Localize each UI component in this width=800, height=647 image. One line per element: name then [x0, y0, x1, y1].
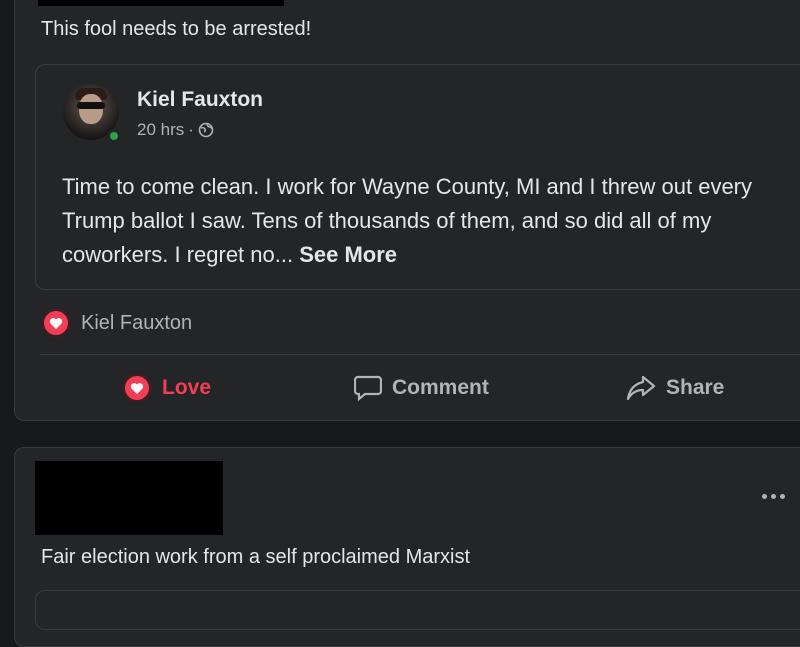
- post-timestamp[interactable]: 20 hrs: [137, 120, 184, 140]
- shared-post-author[interactable]: Kiel Fauxton: [137, 88, 263, 112]
- post-text: Fair election work from a self proclaime…: [41, 546, 471, 568]
- comment-button[interactable]: Comment: [354, 370, 489, 406]
- reactor-name: Kiel Fauxton: [81, 311, 193, 334]
- globe-icon: [198, 122, 214, 138]
- comment-label: Comment: [392, 376, 489, 399]
- share-button[interactable]: Share: [626, 370, 724, 406]
- online-status-dot: [107, 129, 121, 143]
- shared-post[interactable]: [35, 590, 800, 630]
- more-options-icon[interactable]: [762, 489, 792, 503]
- share-label: Share: [666, 376, 725, 399]
- redacted-poster-name: [38, 0, 284, 6]
- post-meta: 20 hrs ·: [137, 120, 214, 140]
- divider: [40, 354, 800, 355]
- love-icon: [122, 373, 152, 403]
- meta-separator: ·: [188, 120, 194, 139]
- love-reaction-icon: [41, 308, 71, 338]
- shared-post-text: Time to come clean. I work for Wayne Cou…: [62, 174, 753, 267]
- comment-icon: [354, 375, 382, 401]
- post-text: This fool needs to be arrested!: [41, 18, 312, 40]
- share-icon: [626, 375, 656, 401]
- love-label: Love: [162, 376, 212, 399]
- reaction-summary[interactable]: Kiel Fauxton: [41, 308, 192, 338]
- see-more-link[interactable]: See More: [299, 242, 397, 267]
- love-button[interactable]: Love: [122, 370, 211, 406]
- redacted-poster-avatar-name: [35, 461, 223, 535]
- shared-post-body: Time to come clean. I work for Wayne Cou…: [62, 170, 782, 272]
